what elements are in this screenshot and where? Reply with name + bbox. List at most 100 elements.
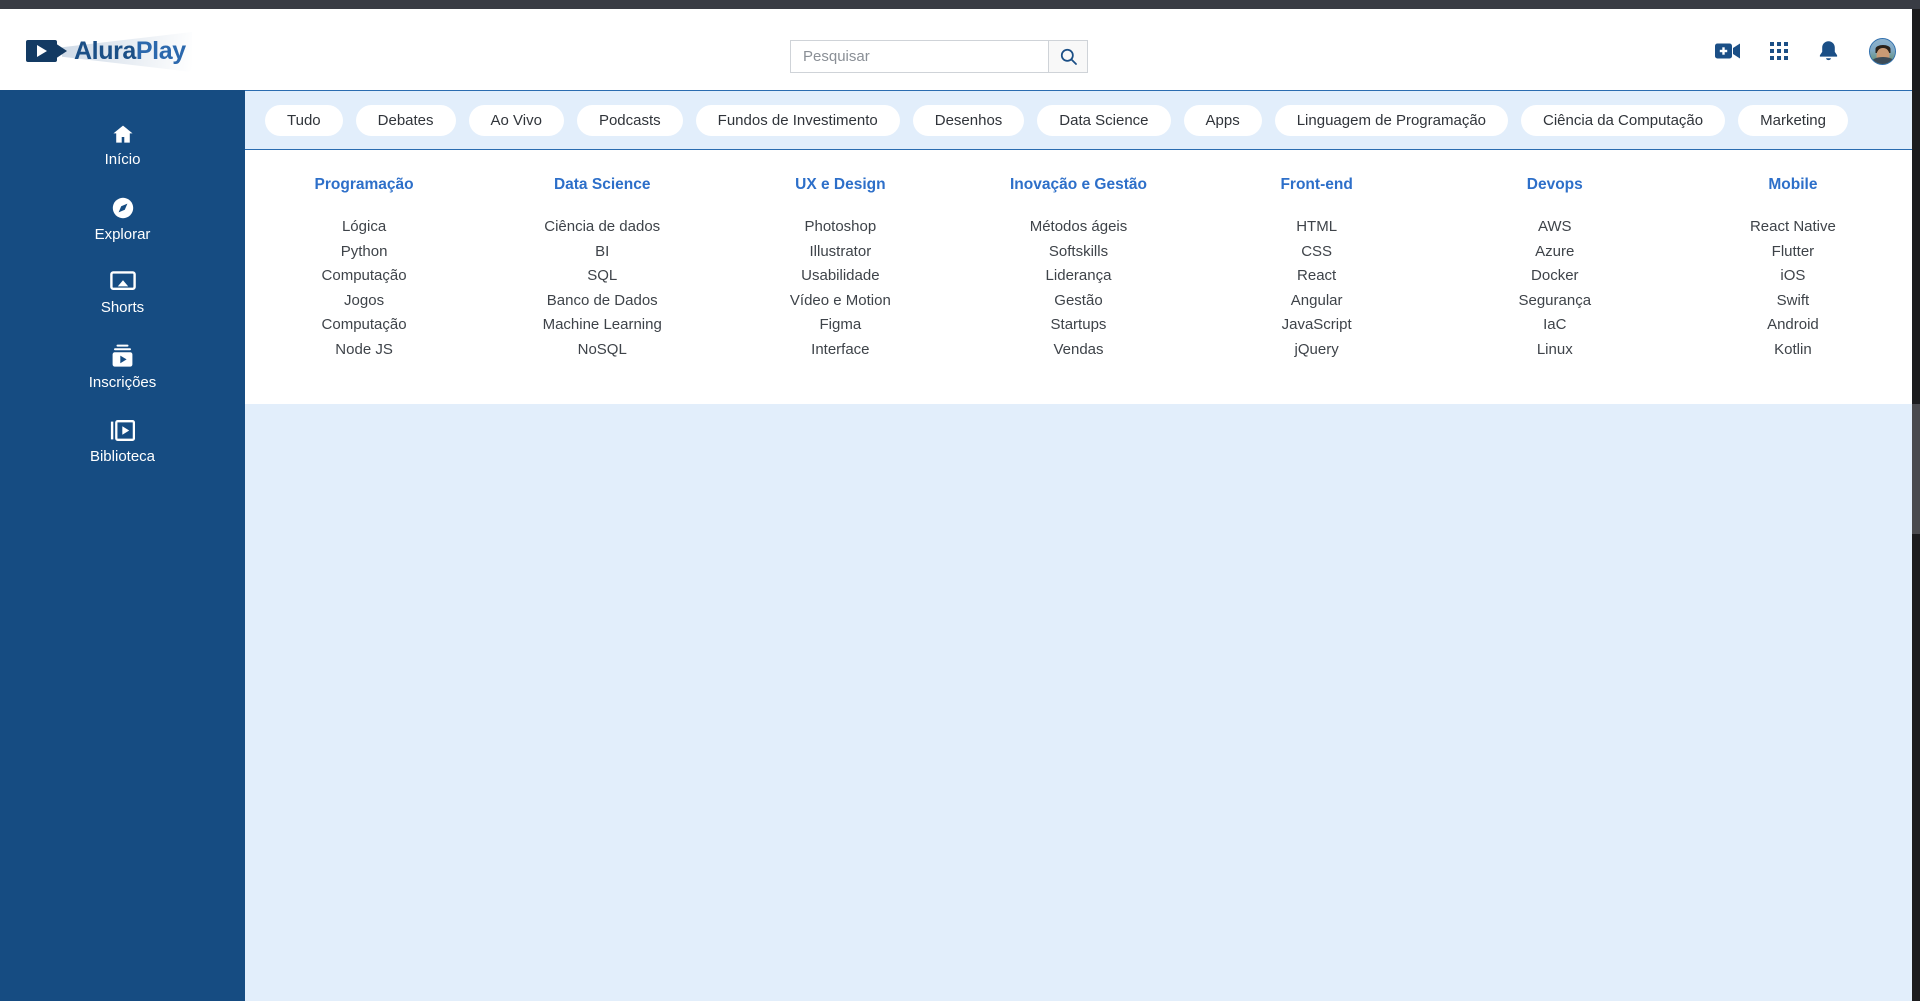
sidebar-item-inicio[interactable]: Início (0, 108, 245, 182)
chip-linguagem-de-programacao[interactable]: Linguagem de Programação (1274, 104, 1509, 136)
category-link[interactable]: Computação (322, 264, 407, 289)
chip-apps[interactable]: Apps (1183, 104, 1262, 136)
apps-grid-icon[interactable] (1770, 42, 1788, 60)
category-link[interactable]: iOS (1780, 264, 1805, 289)
category-column-mobile: Mobile React Native Flutter iOS Swift An… (1674, 176, 1912, 404)
category-link[interactable]: Node JS (335, 338, 393, 363)
create-video-icon[interactable] (1715, 42, 1740, 60)
category-link[interactable]: Jogos (344, 289, 384, 314)
category-link[interactable]: Usabilidade (801, 264, 879, 289)
category-title: Front-end (1280, 176, 1353, 193)
category-link[interactable]: Interface (811, 338, 869, 363)
category-link[interactable]: Softskills (1049, 240, 1108, 265)
chip-ao-vivo[interactable]: Ao Vivo (468, 104, 564, 136)
home-icon (112, 125, 133, 143)
scrollbar-thumb[interactable] (1912, 404, 1920, 534)
subscriptions-icon (112, 344, 133, 367)
chip-podcasts[interactable]: Podcasts (576, 104, 683, 136)
category-link[interactable]: Android (1767, 313, 1819, 338)
chip-tudo[interactable]: Tudo (265, 104, 343, 136)
content-empty-area (245, 404, 1912, 1001)
category-link[interactable]: Vídeo e Motion (790, 289, 891, 314)
compass-icon (112, 197, 133, 219)
browser-chrome-strip (0, 0, 1920, 9)
app-logo[interactable]: AluraPlay (26, 32, 192, 72)
category-link[interactable]: CSS (1301, 240, 1332, 265)
category-link[interactable]: Angular (1291, 289, 1343, 314)
sidebar-item-label: Inscrições (88, 374, 157, 391)
chip-debates[interactable]: Debates (355, 104, 456, 136)
category-link[interactable]: NoSQL (578, 338, 627, 363)
category-title: Data Science (553, 176, 651, 193)
chip-data-science[interactable]: Data Science (1037, 104, 1171, 136)
bell-glyph (1819, 40, 1838, 60)
sidebar-item-label: Biblioteca (89, 447, 156, 465)
sidebar-item-explorar[interactable]: Explorar (0, 182, 245, 256)
search-button[interactable] (1048, 40, 1088, 73)
category-column-front-end: Front-end HTML CSS React Angular JavaScr… (1198, 176, 1436, 404)
category-link[interactable]: Docker (1531, 264, 1579, 289)
sidebar-item-label: Shorts (100, 299, 145, 316)
chip-marketing[interactable]: Marketing (1738, 104, 1848, 136)
search-icon (1060, 48, 1077, 65)
category-link[interactable]: AWS (1538, 215, 1572, 240)
category-link[interactable]: SQL (587, 264, 617, 289)
category-column-data-science: Data Science Ciência de dados BI SQL Ban… (483, 176, 721, 404)
category-column-programacao: Programação Lógica Python Computação Jog… (245, 176, 483, 404)
create-video-glyph (1715, 43, 1740, 59)
category-link[interactable]: Illustrator (810, 240, 872, 265)
sidebar-item-inscricoes[interactable]: Inscrições (0, 330, 245, 404)
category-link[interactable]: Gestão (1054, 289, 1102, 314)
category-link[interactable]: Computação (322, 313, 407, 338)
category-title: Programação (314, 176, 414, 193)
library-icon (110, 419, 135, 441)
category-link[interactable]: Machine Learning (543, 313, 662, 338)
category-link[interactable]: Vendas (1053, 338, 1103, 363)
category-title: UX e Design (795, 176, 886, 193)
category-column-ux-e-design: UX e Design Photoshop Illustrator Usabil… (721, 176, 959, 404)
sidebar-item-shorts[interactable]: Shorts (0, 256, 245, 330)
top-header: AluraPlay (0, 9, 1920, 90)
chip-fundos-de-investimento[interactable]: Fundos de Investimento (695, 104, 900, 136)
category-link[interactable]: Banco de Dados (547, 289, 658, 314)
category-link[interactable]: IaC (1543, 313, 1566, 338)
category-link[interactable]: Kotlin (1774, 338, 1812, 363)
app-root: AluraPlay Pesquisar Início Explorar Shor… (0, 9, 1920, 1001)
category-link[interactable]: BI (595, 240, 609, 265)
category-link[interactable]: Linux (1537, 338, 1573, 363)
category-link[interactable]: Azure (1535, 240, 1574, 265)
category-link[interactable]: Python (341, 240, 388, 265)
category-link[interactable]: Photoshop (804, 215, 876, 240)
category-column-inovacao-e-gestao: Inovação e Gestão Métodos ágeis Softskil… (959, 176, 1197, 404)
category-link[interactable]: Startups (1051, 313, 1107, 338)
category-link[interactable]: JavaScript (1282, 313, 1352, 338)
category-link[interactable]: HTML (1296, 215, 1337, 240)
category-link[interactable]: Flutter (1772, 240, 1815, 265)
category-link[interactable]: Lógica (342, 215, 386, 240)
chip-desenhos[interactable]: Desenhos (912, 104, 1025, 136)
chip-ciencia-da-computacao[interactable]: Ciência da Computação (1521, 104, 1726, 136)
search-input[interactable] (790, 40, 1048, 73)
header-actions (1715, 35, 1896, 67)
category-link[interactable]: React (1297, 264, 1336, 289)
category-link[interactable]: Métodos ágeis (1030, 215, 1128, 240)
logo-text-secondary: Play (135, 36, 186, 65)
sidebar-item-label: Explorar (94, 226, 151, 243)
page-scrollbar[interactable] (1912, 9, 1920, 1001)
category-link[interactable]: jQuery (1295, 338, 1339, 363)
category-title: Inovação e Gestão (1010, 176, 1147, 193)
category-link[interactable]: Figma (820, 313, 862, 338)
user-avatar[interactable] (1869, 37, 1896, 65)
notifications-bell-icon[interactable] (1818, 40, 1839, 63)
left-sidebar: Início Explorar Shorts Inscrições Biblio… (0, 90, 245, 1001)
category-chip-bar: Tudo Debates Ao Vivo Podcasts Fundos de … (245, 90, 1912, 150)
category-link[interactable]: React Native (1750, 215, 1836, 240)
sidebar-item-label: Início (104, 151, 141, 168)
search-bar (790, 40, 1088, 73)
logo-wordmark: AluraPlay (74, 37, 186, 66)
sidebar-item-biblioteca[interactable]: Biblioteca (0, 404, 245, 478)
category-link[interactable]: Swift (1777, 289, 1810, 314)
category-link[interactable]: Ciência de dados (544, 215, 660, 240)
category-link[interactable]: Liderança (1046, 264, 1112, 289)
category-link[interactable]: Segurança (1518, 289, 1591, 314)
